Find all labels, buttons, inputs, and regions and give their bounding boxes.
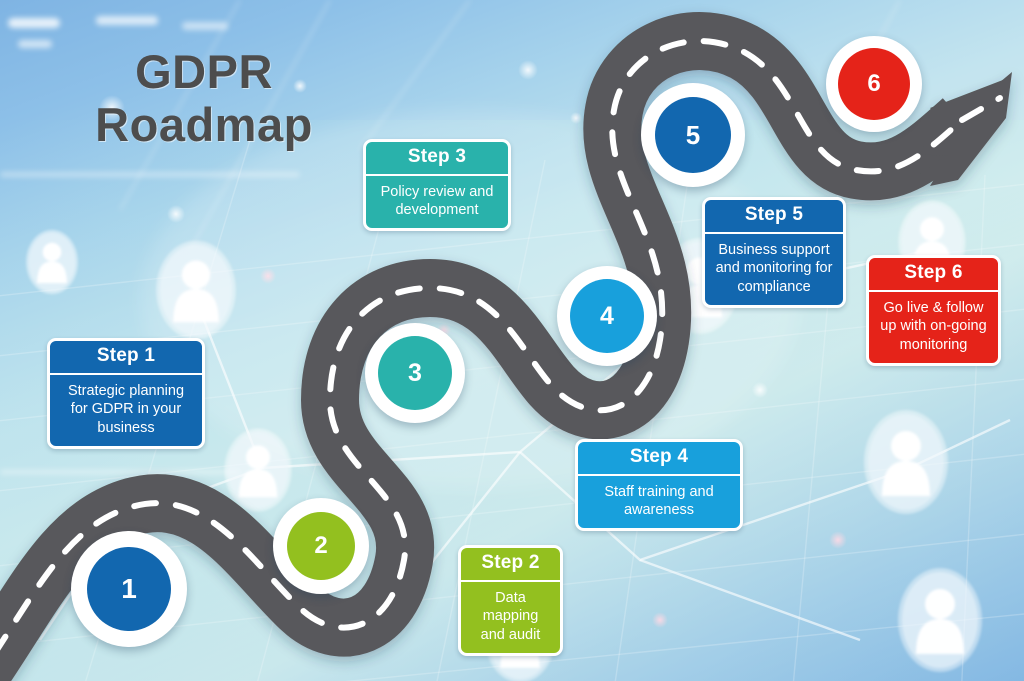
step-heading-5: Step 5 bbox=[705, 200, 843, 234]
step-body-6: Go live & follow up with on-going monito… bbox=[880, 299, 987, 353]
step-card-1[interactable]: Step 1 Strategic planning for GDPR in you… bbox=[47, 338, 205, 449]
step-card-2[interactable]: Step 2 Data mapping and audit bbox=[458, 545, 563, 656]
step-card-layer: Step 1 Strategic planning for GDPR in you… bbox=[0, 0, 1024, 681]
step-body-2: Data mapping and audit bbox=[480, 589, 541, 643]
step-heading-2: Step 2 bbox=[461, 548, 560, 582]
step-heading-1: Step 1 bbox=[50, 341, 202, 375]
step-card-3[interactable]: Step 3 Policy review and development bbox=[363, 139, 511, 231]
infographic-canvas: GDPR Roadmap 123456 Step 1 Strategic plan… bbox=[0, 0, 1024, 681]
step-body-1: Strategic planning for GDPR in your busi… bbox=[67, 382, 185, 436]
step-card-6[interactable]: Step 6 Go live & follow up with on-going … bbox=[866, 255, 1001, 366]
step-card-4[interactable]: Step 4 Staff training and awareness bbox=[575, 439, 743, 531]
step-heading-6: Step 6 bbox=[869, 258, 998, 292]
step-card-5[interactable]: Step 5 Business support and monitoring fo… bbox=[702, 197, 846, 308]
step-body-4: Staff training and awareness bbox=[604, 483, 714, 519]
step-heading-3: Step 3 bbox=[366, 142, 508, 176]
step-body-5: Business support and monitoring for comp… bbox=[715, 241, 833, 295]
step-heading-4: Step 4 bbox=[578, 442, 740, 476]
step-body-3: Policy review and development bbox=[380, 183, 494, 219]
